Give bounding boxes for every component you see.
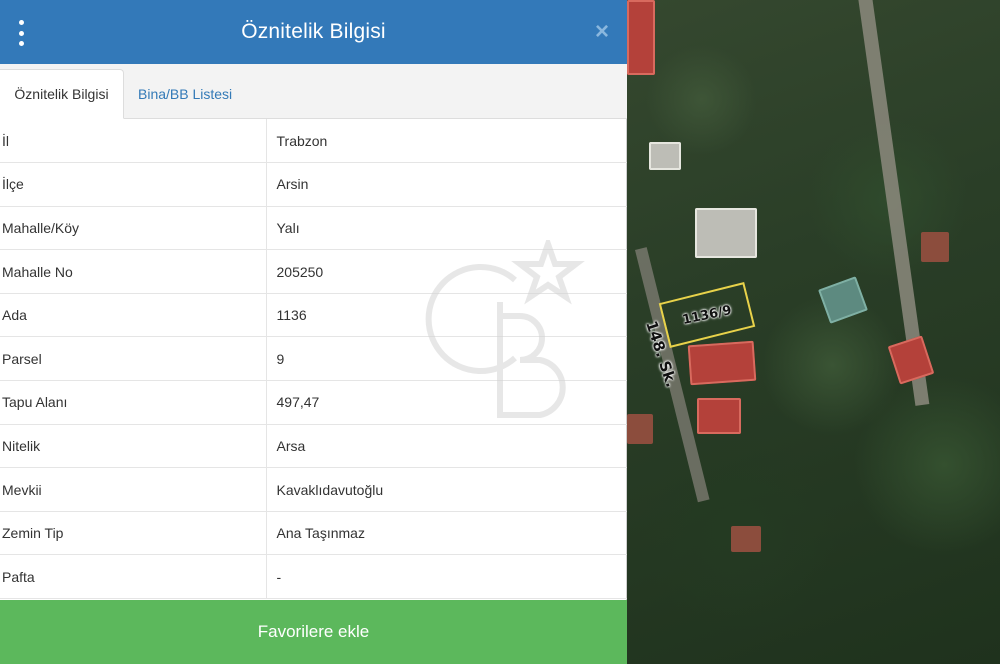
- table-row: İlçe Arsin: [0, 162, 627, 207]
- table-row: Mevkii Kavaklıdavutoğlu: [0, 467, 627, 512]
- attribute-value: Kavaklıdavutoğlu: [266, 467, 627, 512]
- table-row: İl Trabzon: [0, 119, 627, 164]
- attribute-key: Tapu Alanı: [0, 380, 267, 425]
- attribute-key: Mahalle No: [0, 249, 267, 294]
- tab-building-list[interactable]: Bina/BB Listesi: [128, 69, 242, 119]
- attribute-key: İlçe: [0, 162, 267, 207]
- parcel-label: 1136/9: [680, 302, 733, 328]
- attribute-value: 205250: [266, 249, 627, 294]
- add-to-favorites-button[interactable]: Favorilere ekle: [0, 600, 627, 664]
- close-icon[interactable]: ×: [595, 19, 609, 45]
- panel-header: Öznitelik Bilgisi ×: [0, 0, 627, 64]
- table-row: Mahalle/Köy Yalı: [0, 206, 627, 251]
- attribute-value: Trabzon: [266, 119, 627, 164]
- kebab-menu-icon[interactable]: [14, 20, 28, 46]
- building: [687, 340, 757, 386]
- attribute-value: 497,47: [266, 380, 627, 425]
- tab-attribute-info[interactable]: Öznitelik Bilgisi: [0, 69, 124, 119]
- attribute-value: -: [266, 554, 627, 600]
- building: [649, 142, 681, 170]
- map-view[interactable]: 1136/9 148. Sk.: [627, 0, 1000, 664]
- building: [697, 398, 741, 434]
- attribute-key: Nitelik: [0, 424, 267, 469]
- building: [921, 232, 949, 262]
- attribute-table: İl Trabzon İlçe Arsin Mahalle/Köy Yalı Maha…: [0, 119, 627, 600]
- attribute-value: Arsa: [266, 424, 627, 469]
- building: [695, 208, 757, 258]
- attribute-panel: Öznitelik Bilgisi × Öznitelik Bilgisi Bi…: [0, 0, 627, 664]
- table-row: Mahalle No 205250: [0, 249, 627, 294]
- attribute-key: Parsel: [0, 336, 267, 382]
- table-row: Nitelik Arsa: [0, 424, 627, 469]
- attribute-value: Ana Taşınmaz: [266, 511, 627, 556]
- attribute-key: Mevkii: [0, 467, 267, 512]
- attribute-key: Zemin Tip: [0, 511, 267, 556]
- table-row: Pafta -: [0, 554, 627, 600]
- attribute-value: Yalı: [266, 206, 627, 251]
- attribute-value: 9: [266, 336, 627, 382]
- tab-bar: Öznitelik Bilgisi Bina/BB Listesi: [0, 64, 627, 119]
- table-row: Zemin Tip Ana Taşınmaz: [0, 511, 627, 556]
- panel-title: Öznitelik Bilgisi: [241, 20, 386, 43]
- attribute-key: Mahalle/Köy: [0, 206, 267, 251]
- attribute-key: Pafta: [0, 554, 267, 600]
- building: [818, 276, 868, 324]
- table-row: Tapu Alanı 497,47: [0, 380, 627, 425]
- building: [627, 414, 653, 444]
- building: [627, 0, 655, 75]
- parcel-outline[interactable]: 1136/9: [658, 282, 756, 348]
- attribute-value: 1136: [266, 293, 627, 338]
- attribute-key: İl: [0, 119, 267, 164]
- attribute-value: Arsin: [266, 162, 627, 207]
- table-row: Ada 1136: [0, 293, 627, 338]
- building: [731, 526, 761, 552]
- table-row: Parsel 9: [0, 336, 627, 382]
- building: [887, 335, 935, 385]
- attribute-key: Ada: [0, 293, 267, 338]
